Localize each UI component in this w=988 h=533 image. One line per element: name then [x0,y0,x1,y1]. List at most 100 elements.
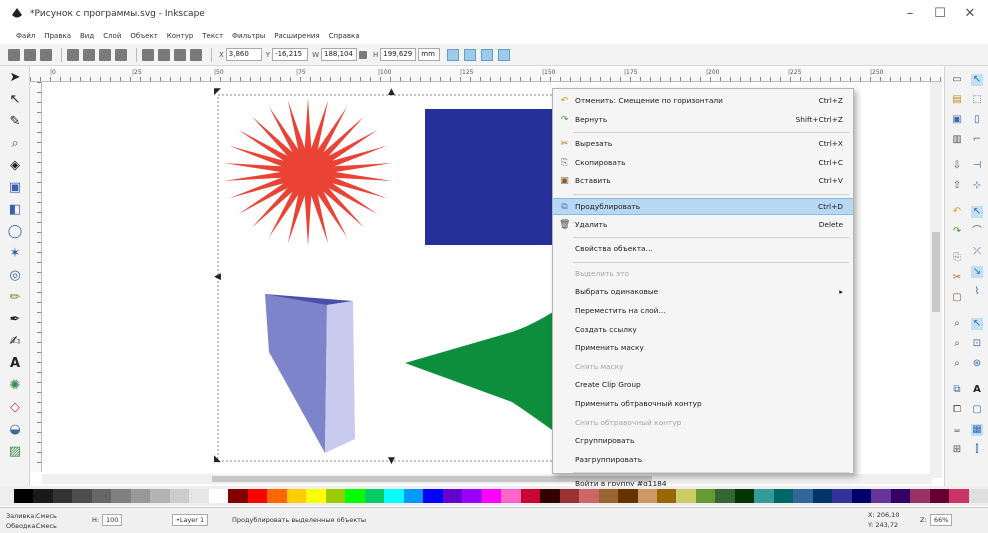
color-swatch[interactable] [598,489,619,503]
color-swatch[interactable] [540,489,560,503]
layer-select[interactable]: •Layer 1 [172,514,209,526]
color-swatch[interactable] [754,489,774,503]
snap-text-baseline-icon[interactable]: A [971,384,983,396]
menu-item[interactable]: Правка [44,32,71,40]
zoom-field[interactable]: 66% [930,514,953,526]
new-document-icon[interactable]: ▭ [951,74,963,86]
color-swatch[interactable] [968,489,988,503]
color-swatch[interactable] [832,489,852,503]
3d-box-tool-icon[interactable]: ◧ [7,202,23,218]
color-swatch[interactable] [812,489,833,503]
color-swatch[interactable] [286,489,307,503]
menu-item[interactable]: Контур [167,32,194,40]
color-swatch[interactable] [189,489,209,503]
prism-side-face[interactable] [265,294,327,453]
menu-item[interactable]: Текст [202,32,223,40]
color-swatch[interactable] [890,489,911,503]
tweak-tool-icon[interactable]: ✎ [7,114,23,130]
menu-item[interactable]: Справка [329,32,360,40]
unlink-clone-icon[interactable]: ⧢ [951,424,963,436]
select-all-icon[interactable] [8,48,20,61]
lower-icon[interactable] [174,48,186,61]
duplicate-icon[interactable]: ⧉ [951,384,963,396]
color-swatch[interactable] [637,489,657,503]
snap-guide-icon[interactable]: ⫿ [971,444,983,456]
deselect-icon[interactable] [40,48,52,61]
scale-handle-left[interactable]: ◀ [214,272,221,282]
zoom-tool-icon[interactable]: ⌕ [7,136,23,152]
snap-enable-icon[interactable]: ↖ [971,74,983,86]
context-menu-item[interactable]: ▣ Вставить Ctrl+V [553,173,853,190]
snap-smooth-icon[interactable]: ⌇ [971,286,983,298]
context-menu-item[interactable]: ✂ Вырезать Ctrl+X [553,136,853,153]
color-swatch[interactable] [695,489,716,503]
color-swatch[interactable] [169,489,190,503]
vertical-scroll-thumb[interactable] [932,232,940,312]
menu-item[interactable]: Слой [103,32,121,40]
ruler-top[interactable]: |0 |25 |50 |75 |100 |125 |150 |175 |200 |225 |250 [30,68,942,82]
scale-handle-bottom-left[interactable]: ◣ [214,454,221,464]
color-swatch[interactable] [150,489,170,503]
menu-item[interactable]: Объект [130,32,157,40]
save-icon[interactable]: ▣ [951,114,963,126]
rectangle-tool-icon[interactable]: ▣ [7,180,23,196]
context-menu-item[interactable]: ↶ Отменить: Смещение по горизонтали Ctrl+Z [553,93,853,110]
pen-tool-icon[interactable]: ✒ [7,312,23,328]
context-menu-item[interactable]: Разгруппировать [553,452,853,469]
eraser-tool-icon[interactable]: ◇ [7,400,23,416]
context-menu-item[interactable]: ⧉ Продублировать Ctrl+D [553,198,853,215]
color-swatch[interactable] [306,489,326,503]
measure-tool-icon[interactable]: ◈ [7,158,23,174]
context-menu-item[interactable]: Создать ссылку [553,322,853,339]
color-swatch[interactable] [384,489,404,503]
zoom-selection-icon[interactable]: ⌕ [951,318,963,330]
lower-to-bottom-icon[interactable] [190,48,202,61]
cut-icon[interactable]: ✂ [951,272,963,284]
context-menu-item[interactable]: 🗑 Удалить Delete [553,217,853,234]
text-tool-icon[interactable]: A [7,356,23,372]
calligraphy-tool-icon[interactable]: ✍ [7,334,23,350]
color-swatch[interactable] [579,489,599,503]
snap-midpoint-icon[interactable]: ↖ [971,318,983,330]
context-menu-item[interactable]: Свойства объекта... [553,241,853,258]
fill-indicator[interactable]: Смесь [36,512,57,520]
color-swatch[interactable] [130,489,151,503]
group-icon[interactable]: ⊞ [951,444,963,456]
color-swatch[interactable] [793,489,813,503]
star-tool-icon[interactable]: ✶ [7,246,23,262]
snap-nodes-icon[interactable]: ↖ [971,206,983,218]
snap-grid-icon[interactable]: ▦ [971,424,983,436]
undo-icon[interactable]: ↶ [951,206,963,218]
color-swatch[interactable] [364,489,385,503]
print-icon[interactable]: ▥ [951,134,963,146]
scale-corners-icon[interactable] [464,48,477,61]
minimize-button[interactable]: – [900,6,920,21]
close-button[interactable]: ✕ [960,6,980,21]
paste-icon[interactable]: ▢ [951,292,963,304]
color-swatch[interactable] [462,489,482,503]
color-swatch[interactable] [949,489,969,503]
selector-tool-icon[interactable]: ➤ [7,70,23,86]
transform-pattern-icon[interactable] [498,48,511,61]
menu-item[interactable]: Фильтры [232,32,265,40]
rotate-cw-icon[interactable] [83,48,95,61]
color-swatch[interactable] [403,489,424,503]
color-swatch[interactable] [228,489,248,503]
w-field[interactable]: 188,104 [321,48,357,61]
node-tool-icon[interactable]: ↖ [7,92,23,108]
context-menu-item[interactable]: Выбрать одинаковые ▸ [553,284,853,301]
color-swatch[interactable] [618,489,638,503]
lock-icon[interactable] [359,50,367,59]
select-all-layers-icon[interactable] [24,48,36,61]
ruler-left[interactable] [30,82,42,472]
color-swatch[interactable] [14,489,34,503]
snap-rotation-center-icon[interactable]: ⊛ [971,358,983,370]
snap-page-border-icon[interactable]: ▢ [971,404,983,416]
color-swatch[interactable] [910,489,930,503]
color-swatch[interactable] [734,489,755,503]
raise-icon[interactable] [158,48,170,61]
color-swatch[interactable] [520,489,541,503]
redo-icon[interactable]: ↷ [951,226,963,238]
color-swatch[interactable] [267,489,287,503]
snap-path-icon[interactable]: ⌒ [971,226,983,238]
